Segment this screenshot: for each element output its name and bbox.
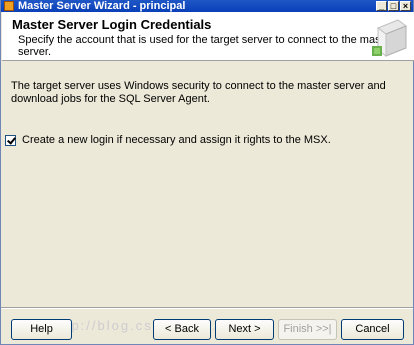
minimize-button[interactable]: _ (376, 1, 387, 11)
maximize-button[interactable]: □ (388, 1, 399, 11)
server-graphic-icon (372, 19, 408, 57)
page-subtitle: Specify the account that is used for the… (18, 34, 394, 58)
close-button[interactable]: × (400, 1, 411, 11)
window-title: Master Server Wizard - principal (18, 0, 186, 12)
help-button[interactable]: Help (11, 319, 72, 340)
wizard-banner: Master Server Login Credentials Specify … (2, 12, 414, 61)
button-divider (1, 307, 413, 309)
finish-button[interactable]: Finish >>| (278, 319, 337, 340)
title-bar: Master Server Wizard - principal _ □ × (1, 0, 413, 12)
wizard-window: Master Server Wizard - principal _ □ × M… (0, 0, 414, 345)
next-button[interactable]: Next > (215, 319, 274, 340)
back-button[interactable]: < Back (153, 319, 211, 340)
app-icon (4, 1, 14, 11)
create-login-label[interactable]: Create a new login if necessary and assi… (22, 134, 331, 146)
create-login-checkbox[interactable] (5, 134, 16, 146)
page-title: Master Server Login Credentials (12, 17, 212, 32)
create-login-option[interactable]: Create a new login if necessary and assi… (5, 134, 331, 146)
cancel-button[interactable]: Cancel (341, 319, 404, 340)
description-text: The target server uses Windows security … (11, 80, 386, 105)
